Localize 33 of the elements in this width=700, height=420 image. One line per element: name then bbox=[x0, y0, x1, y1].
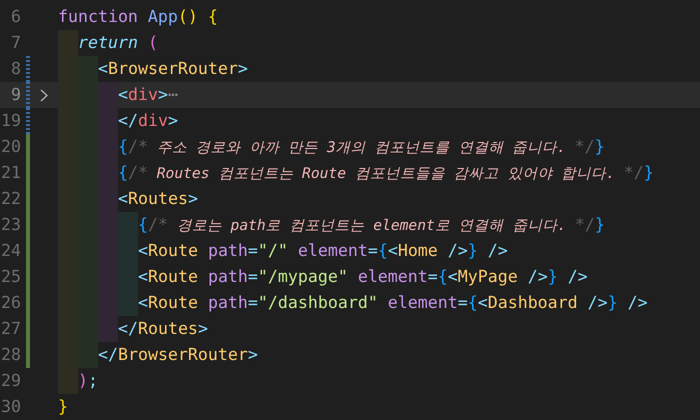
line-number: 19 bbox=[0, 110, 21, 132]
code-line: <BrowserRouter> bbox=[98, 58, 248, 80]
line-number: 26 bbox=[0, 292, 21, 314]
line-number: 7 bbox=[10, 32, 21, 54]
line-number: 24 bbox=[0, 240, 21, 262]
code-line: } bbox=[58, 396, 68, 418]
line-number: 27 bbox=[0, 318, 21, 340]
code-line: <Routes> bbox=[118, 188, 198, 210]
code-line: </Routes> bbox=[118, 318, 208, 340]
code-line: <Route path="/dashboard" element={<Dashboard />} /> bbox=[138, 292, 648, 314]
line-number: 30 bbox=[0, 396, 21, 418]
line-number: 22 bbox=[0, 188, 21, 210]
line-number: 9 bbox=[10, 84, 21, 106]
code-line: </BrowserRouter> bbox=[98, 344, 258, 366]
chevron-right-icon[interactable] bbox=[40, 88, 48, 102]
code-line: </div> bbox=[118, 110, 178, 132]
line-number: 6 bbox=[10, 6, 21, 28]
line-number: 8 bbox=[10, 58, 21, 80]
code-line: {/* Routes 컴포넌트는 Route 컴포넌트들을 감싸고 있어야 합니다. */} bbox=[118, 162, 654, 184]
line-number: 25 bbox=[0, 266, 21, 288]
line-number: 20 bbox=[0, 136, 21, 158]
code-line: <Route path="/" element={<Home />} /> bbox=[138, 240, 508, 262]
code-line: <div>⋯ bbox=[118, 84, 178, 106]
code-line: {/* 경로는 path로 컴포넌트는 element로 연결해 줍니다. */} bbox=[138, 214, 605, 236]
code-line: return ( bbox=[78, 32, 158, 54]
line-number: 28 bbox=[0, 344, 21, 366]
line-number: 29 bbox=[0, 370, 21, 392]
line-number: 23 bbox=[0, 214, 21, 236]
code-line: ); bbox=[78, 370, 98, 392]
code-line: function App() { bbox=[58, 6, 218, 28]
line-number: 21 bbox=[0, 162, 21, 184]
code-line: <Route path="/mypage" element={<MyPage />} /> bbox=[138, 266, 588, 288]
code-line: {/* 주소 경로와 아까 만든 3개의 컴포넌트를 연결해 줍니다. */} bbox=[118, 136, 605, 158]
